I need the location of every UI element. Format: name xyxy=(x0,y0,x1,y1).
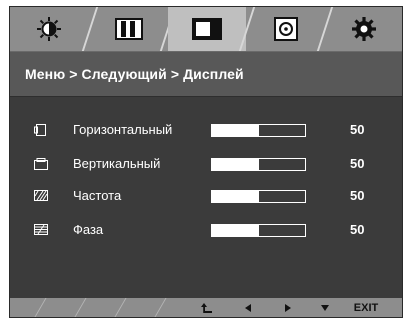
breadcrumb-text: Меню > Следующий > Дисплей xyxy=(25,66,244,82)
setting-label: Частота xyxy=(73,188,122,203)
footer-bar: EXIT xyxy=(10,298,402,317)
return-button[interactable] xyxy=(196,300,218,315)
setting-row-clock[interactable]: Частота 50 xyxy=(10,186,402,208)
down-arrow-icon xyxy=(321,304,329,311)
left-button[interactable] xyxy=(238,300,258,315)
horizontal-position-icon xyxy=(34,124,46,136)
setting-label: Горизонтальный xyxy=(73,122,173,137)
tab-disc[interactable] xyxy=(247,7,325,51)
setting-value: 50 xyxy=(350,188,365,203)
footer-divider xyxy=(154,298,167,317)
phase-pattern-icon xyxy=(34,224,48,235)
slider-fill xyxy=(212,191,259,202)
exit-button[interactable]: EXIT xyxy=(346,300,386,315)
setting-slider[interactable] xyxy=(211,224,306,237)
picture-mode-icon xyxy=(115,18,143,40)
slider-fill xyxy=(212,225,259,236)
setting-value: 50 xyxy=(350,222,365,237)
brightness-icon xyxy=(37,17,61,41)
return-arrow-icon xyxy=(201,302,212,313)
right-arrow-icon xyxy=(285,303,291,312)
down-button[interactable] xyxy=(315,300,335,315)
gear-icon xyxy=(352,17,376,41)
footer-divider xyxy=(74,298,87,317)
setting-row-horizontal[interactable]: Горизонтальный 50 xyxy=(10,120,402,142)
breadcrumb: Меню > Следующий > Дисплей xyxy=(10,51,402,97)
footer-divider xyxy=(114,298,127,317)
setting-slider[interactable] xyxy=(211,190,306,203)
footer-divider xyxy=(34,298,47,317)
monitor-osd-menu: Меню > Следующий > Дисплей Горизонтальны… xyxy=(9,6,403,318)
setting-label: Фаза xyxy=(73,222,104,237)
setting-value: 50 xyxy=(350,122,365,137)
setting-row-vertical[interactable]: Вертикальный 50 xyxy=(10,154,402,176)
tab-bar xyxy=(10,7,402,51)
setting-slider[interactable] xyxy=(211,158,306,171)
slider-fill xyxy=(212,125,259,136)
setting-label: Вертикальный xyxy=(73,156,161,171)
setting-row-phase[interactable]: Фаза 50 xyxy=(10,220,402,242)
clock-pattern-icon xyxy=(34,190,48,201)
vertical-position-icon xyxy=(34,158,48,170)
slider-fill xyxy=(212,159,259,170)
left-arrow-icon xyxy=(245,303,251,312)
right-button[interactable] xyxy=(278,300,298,315)
setting-value: 50 xyxy=(350,156,365,171)
tab-brightness[interactable] xyxy=(10,7,88,51)
settings-list: Горизонтальный 50 Вертикальный 50 Частот… xyxy=(10,96,402,302)
disc-icon xyxy=(274,17,298,41)
setting-slider[interactable] xyxy=(211,124,306,137)
tab-settings[interactable] xyxy=(325,7,402,51)
tab-picture[interactable] xyxy=(90,7,168,51)
tab-display[interactable] xyxy=(168,7,246,51)
display-icon xyxy=(192,18,222,40)
